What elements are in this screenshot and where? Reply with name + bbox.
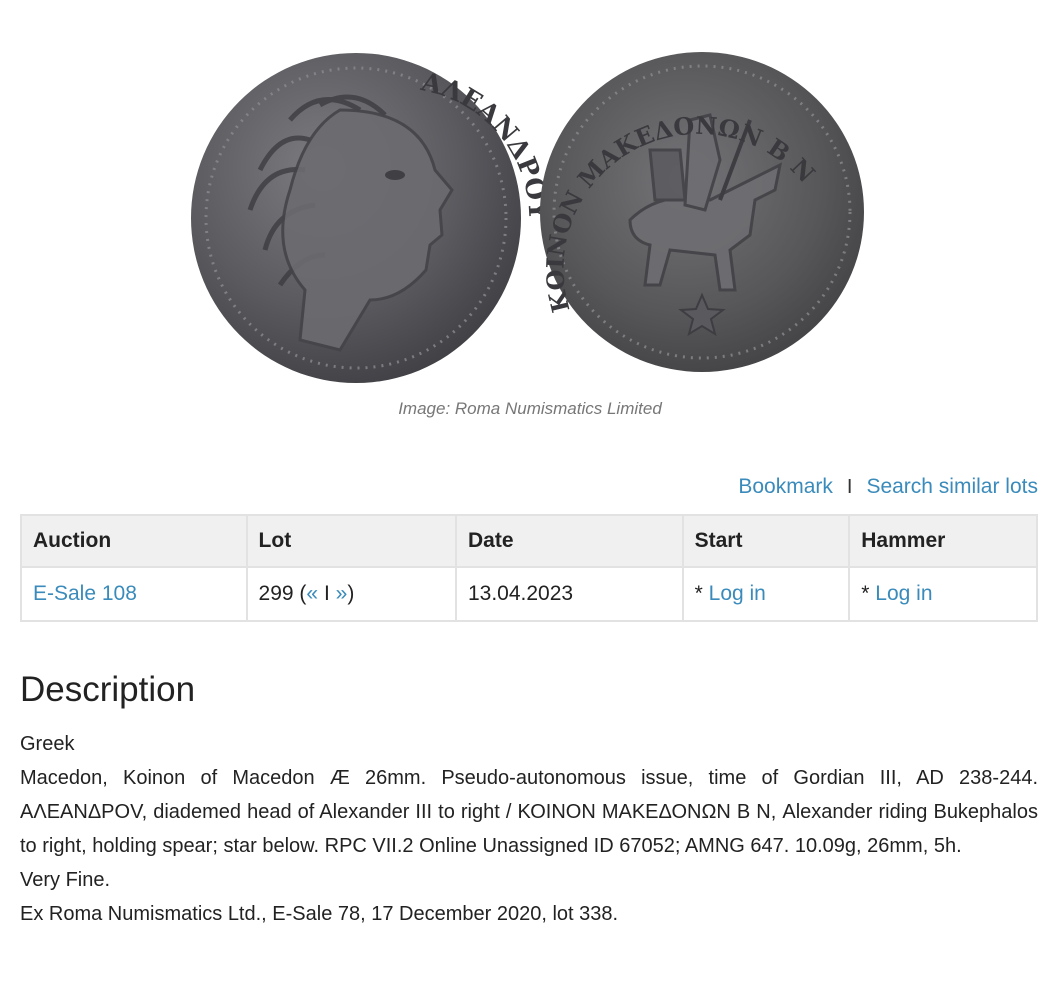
description-grade: Very Fine.	[20, 869, 111, 891]
cell-date: 13.04.2023	[454, 566, 684, 622]
lot-info-table: Auction Lot Date Start Hammer E-Sale 108…	[20, 514, 1038, 622]
lot-page: ΑΛΕΑΝΔΡΟΥ ΚΟΙΝΟΝ ΜΑΚΕΔΟΝΩΝ Β Ν Image: Ro…	[0, 0, 1046, 996]
auction-link[interactable]: E-Sale 108	[33, 582, 137, 605]
coin-image[interactable]: ΑΛΕΑΝΔΡΟΥ ΚΟΙΝΟΝ ΜΑΚΕΔΟΝΩΝ Β Ν	[190, 50, 868, 386]
cell-auction: E-Sale 108	[20, 566, 248, 622]
hammer-login-link[interactable]: Log in	[875, 582, 932, 605]
cell-lot: 299 (« I »)	[245, 566, 457, 622]
hammer-prefix: *	[861, 582, 876, 605]
start-login-link[interactable]: Log in	[709, 582, 766, 605]
cell-hammer: * Log in	[848, 566, 1038, 622]
description-provenance: Ex Roma Numismatics Ltd., E-Sale 78, 17 …	[20, 903, 619, 925]
search-similar-lots-link[interactable]: Search similar lots	[866, 475, 1038, 499]
start-prefix: *	[694, 582, 709, 605]
header-hammer: Hammer	[848, 514, 1038, 568]
lot-close-paren: )	[347, 582, 355, 605]
header-start: Start	[681, 514, 851, 568]
table-header-row: Auction Lot Date Start Hammer	[20, 514, 1038, 568]
coin-obverse: ΑΛΕΑΝΔΡΟΥ	[191, 53, 553, 383]
lot-nav-separator: I	[318, 582, 336, 605]
lot-number: 299 (	[258, 582, 307, 605]
cell-start: * Log in	[681, 566, 851, 622]
header-date: Date	[454, 514, 684, 568]
description-category: Greek	[20, 733, 75, 755]
header-lot: Lot	[245, 514, 457, 568]
next-lot-link[interactable]: »	[336, 582, 348, 605]
lot-actions: Bookmark I Search similar lots	[738, 475, 1038, 499]
bookmark-link[interactable]: Bookmark	[738, 475, 833, 499]
image-caption: Image: Roma Numismatics Limited	[398, 399, 662, 418]
description-body: Greek Macedon, Koinon of Macedon Æ 26mm.…	[20, 727, 1038, 931]
previous-lot-link[interactable]: «	[306, 582, 318, 605]
actions-separator: I	[846, 475, 853, 498]
table-row: E-Sale 108 299 (« I ») 13.04.2023 * Log …	[20, 566, 1038, 622]
coin-reverse: ΚΟΙΝΟΝ ΜΑΚΕΔΟΝΩΝ Β Ν	[540, 52, 864, 372]
description-text: Macedon, Koinon of Macedon Æ 26mm. Pseud…	[20, 767, 1038, 857]
description-heading: Description	[20, 670, 196, 709]
header-auction: Auction	[20, 514, 248, 568]
